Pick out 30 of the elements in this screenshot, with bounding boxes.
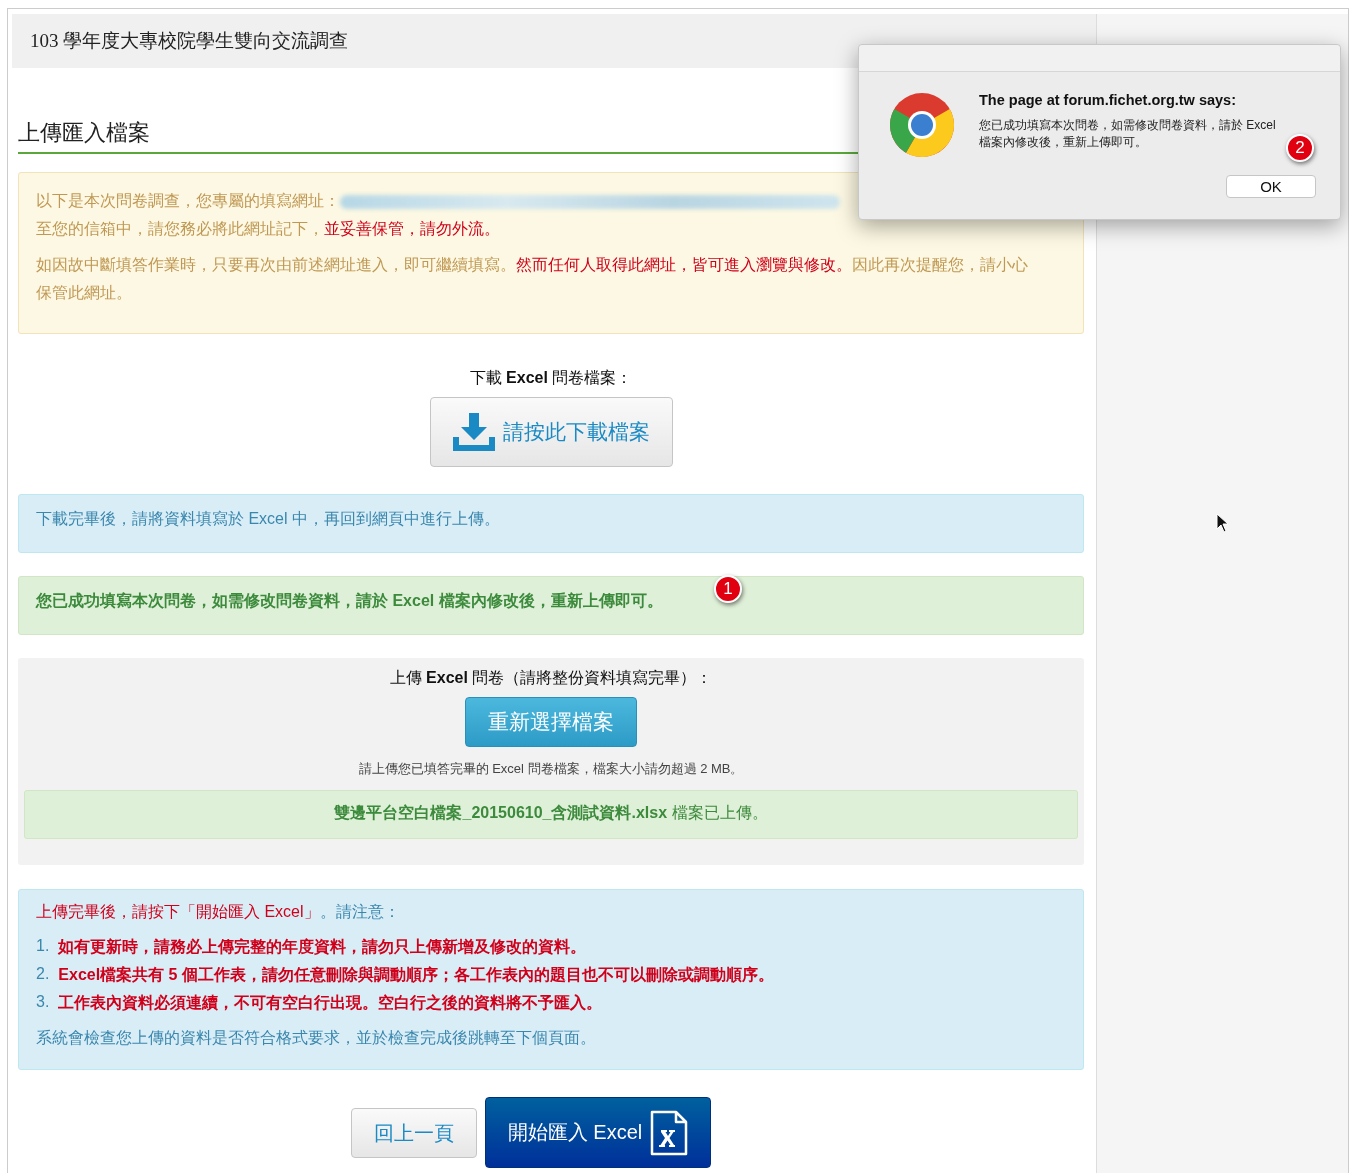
notice-text: 至您的信箱中，請您務必將此網址記下，並妥善保管，請勿外流。 xyxy=(36,220,500,237)
uploaded-file-message: 雙邊平台空白檔案_20150610_含測試資料.xlsx 檔案已上傳。 xyxy=(24,790,1078,839)
info-message: 下載完畢後，請將資料填寫於 Excel 中，再回到網頁中進行上傳。 xyxy=(18,494,1084,553)
choose-file-button[interactable]: 重新選擇檔案 xyxy=(465,697,637,747)
annotation-badge: 1 xyxy=(714,575,742,603)
instruction-item: Excel檔案共有 5 個工作表，請勿任意刪除與調動順序；各工作表內的題目也不可以刪除或調動順序。 xyxy=(58,965,774,985)
download-button[interactable]: 請按此下載檔案 xyxy=(429,397,673,467)
upload-hint: 請上傳您已填答完畢的 Excel 問卷檔案，檔案大小請勿超過 2 MB。 xyxy=(358,760,744,778)
download-label: 下載 Excel 問卷檔案： xyxy=(469,368,633,388)
notice-text: 如因故中斷填答作業時，只要再次由前述網址進入，即可繼續填寫。然而任何人取得此網址，皆可進入瀏覽與修改。因此再次提醒您，請小心保管此網址。 xyxy=(36,255,1029,303)
instruction-item: 如有更新時，請務必上傳完整的年度資料，請勿只上傳新增及修改的資料。 xyxy=(58,937,587,957)
success-text: 您已成功填寫本次問卷，如需修改問卷資料，請於 Excel 檔案內修改後，重新上傳即可。 xyxy=(36,592,663,609)
start-import-button[interactable]: 開始匯入 Excel xyxy=(484,1097,712,1168)
list-number: 3. xyxy=(36,993,50,1012)
instructions-note: 系統會檢查您上傳的資料是否符合格式要求，並於檢查完成後跳轉至下個頁面。 xyxy=(36,1028,597,1048)
spreadsheet-file-icon xyxy=(650,1109,689,1156)
mouse-cursor-icon xyxy=(1216,513,1229,533)
notice-text: 以下是本次問卷調查，您專屬的填寫網址： xyxy=(36,192,340,209)
instructions-heading: 上傳完畢後，請按下「開始匯入 Excel」。請注意： xyxy=(36,902,401,922)
list-number: 2. xyxy=(36,965,50,984)
dialog-title: The page at forum.fichet.org.tw says: xyxy=(979,92,1237,108)
annotation-badge: 2 xyxy=(1286,134,1314,162)
page-title: 103 學年度大專校院學生雙向交流調查 xyxy=(30,29,349,53)
instruction-item: 工作表內資料必須連續，不可有空白行出現。空白行之後的資料將不予匯入。 xyxy=(58,993,603,1013)
back-button[interactable]: 回上一頁 xyxy=(350,1108,477,1158)
browser-logo-icon xyxy=(889,92,955,158)
upload-label: 上傳 Excel 問卷（請將整份資料填寫完畢）： xyxy=(389,668,713,688)
ok-button[interactable]: OK xyxy=(1226,175,1316,198)
list-number: 1. xyxy=(36,937,50,956)
download-icon xyxy=(452,413,495,451)
